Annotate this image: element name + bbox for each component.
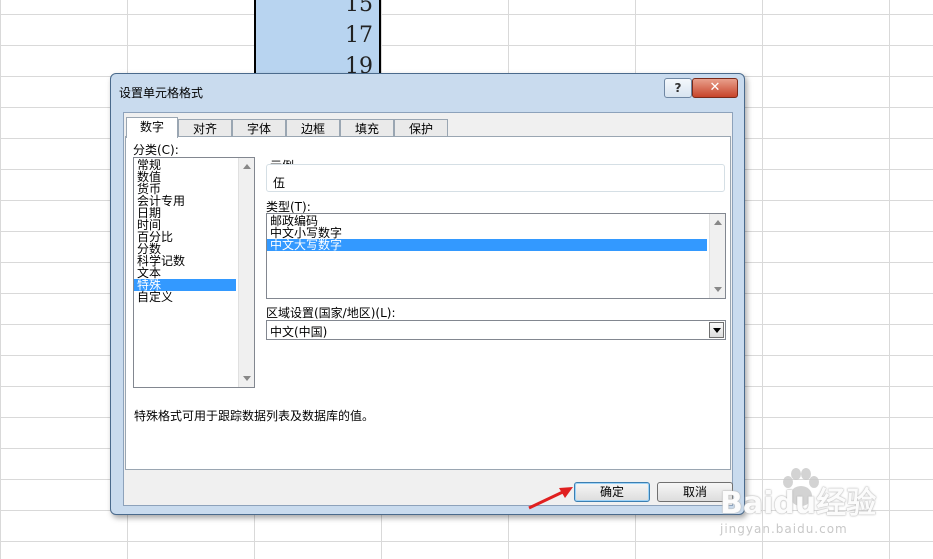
tab-fill[interactable]: 填充 — [340, 119, 394, 137]
type-listbox[interactable]: 邮政编码 中文小写数字 中文大写数字 — [266, 213, 726, 299]
tab-alignment[interactable]: 对齐 — [178, 119, 232, 137]
dialog-client-area: 数字 对齐 字体 边框 填充 保护 分类(C): 常规 数值 货币 会计专用 日… — [123, 112, 733, 506]
cell-value[interactable]: 17 — [345, 23, 373, 48]
number-tab-panel: 分类(C): 常规 数值 货币 会计专用 日期 时间 百分比 分数 科学记数 文… — [125, 136, 731, 470]
type-scrollbar[interactable] — [709, 214, 725, 298]
category-label: 分类(C): — [133, 143, 179, 157]
chevron-down-icon — [713, 328, 721, 333]
scroll-down-icon[interactable] — [243, 376, 251, 381]
category-scrollbar[interactable] — [238, 158, 254, 387]
tab-border[interactable]: 边框 — [286, 119, 340, 137]
watermark-brand: Baidu经验 — [720, 486, 877, 521]
format-cells-dialog: 设置单元格格式 ? ✕ 数字 对齐 字体 边框 填充 保护 分类(C): 常规 … — [110, 73, 745, 515]
category-item[interactable]: 自定义 — [134, 291, 254, 303]
scroll-up-icon[interactable] — [714, 220, 722, 225]
sample-box: 伍 — [266, 164, 725, 192]
close-button[interactable]: ✕ — [692, 78, 738, 98]
format-description: 特殊格式可用于跟踪数据列表及数据库的值。 — [134, 409, 375, 423]
sample-value: 伍 — [273, 176, 286, 190]
dropdown-button[interactable] — [709, 322, 724, 338]
scroll-up-icon[interactable] — [243, 164, 251, 169]
tab-font[interactable]: 字体 — [232, 119, 286, 137]
tab-number[interactable]: 数字 — [126, 117, 178, 138]
locale-label: 区域设置(国家/地区)(L): — [266, 306, 396, 320]
tab-protection[interactable]: 保护 — [394, 119, 448, 137]
dialog-title: 设置单元格格式 — [119, 86, 204, 100]
cell-value[interactable]: 15 — [345, 0, 373, 17]
watermark-url: jingyan.baidu.com — [720, 522, 848, 536]
dialog-title-bar[interactable]: 设置单元格格式 ? ✕ — [111, 74, 744, 106]
type-item-selected[interactable]: 中文大写数字 — [267, 239, 707, 251]
baidu-watermark: Baidu经验 jingyan.baidu.com — [720, 468, 920, 550]
help-button[interactable]: ? — [664, 78, 692, 98]
scroll-down-icon[interactable] — [714, 287, 722, 292]
locale-dropdown[interactable]: 中文(中国) — [266, 320, 726, 340]
ok-button[interactable]: 确定 — [574, 482, 650, 502]
red-arrow-icon — [528, 487, 573, 510]
locale-value: 中文(中国) — [270, 325, 328, 339]
category-listbox[interactable]: 常规 数值 货币 会计专用 日期 时间 百分比 分数 科学记数 文本 特殊 自定… — [133, 157, 255, 388]
